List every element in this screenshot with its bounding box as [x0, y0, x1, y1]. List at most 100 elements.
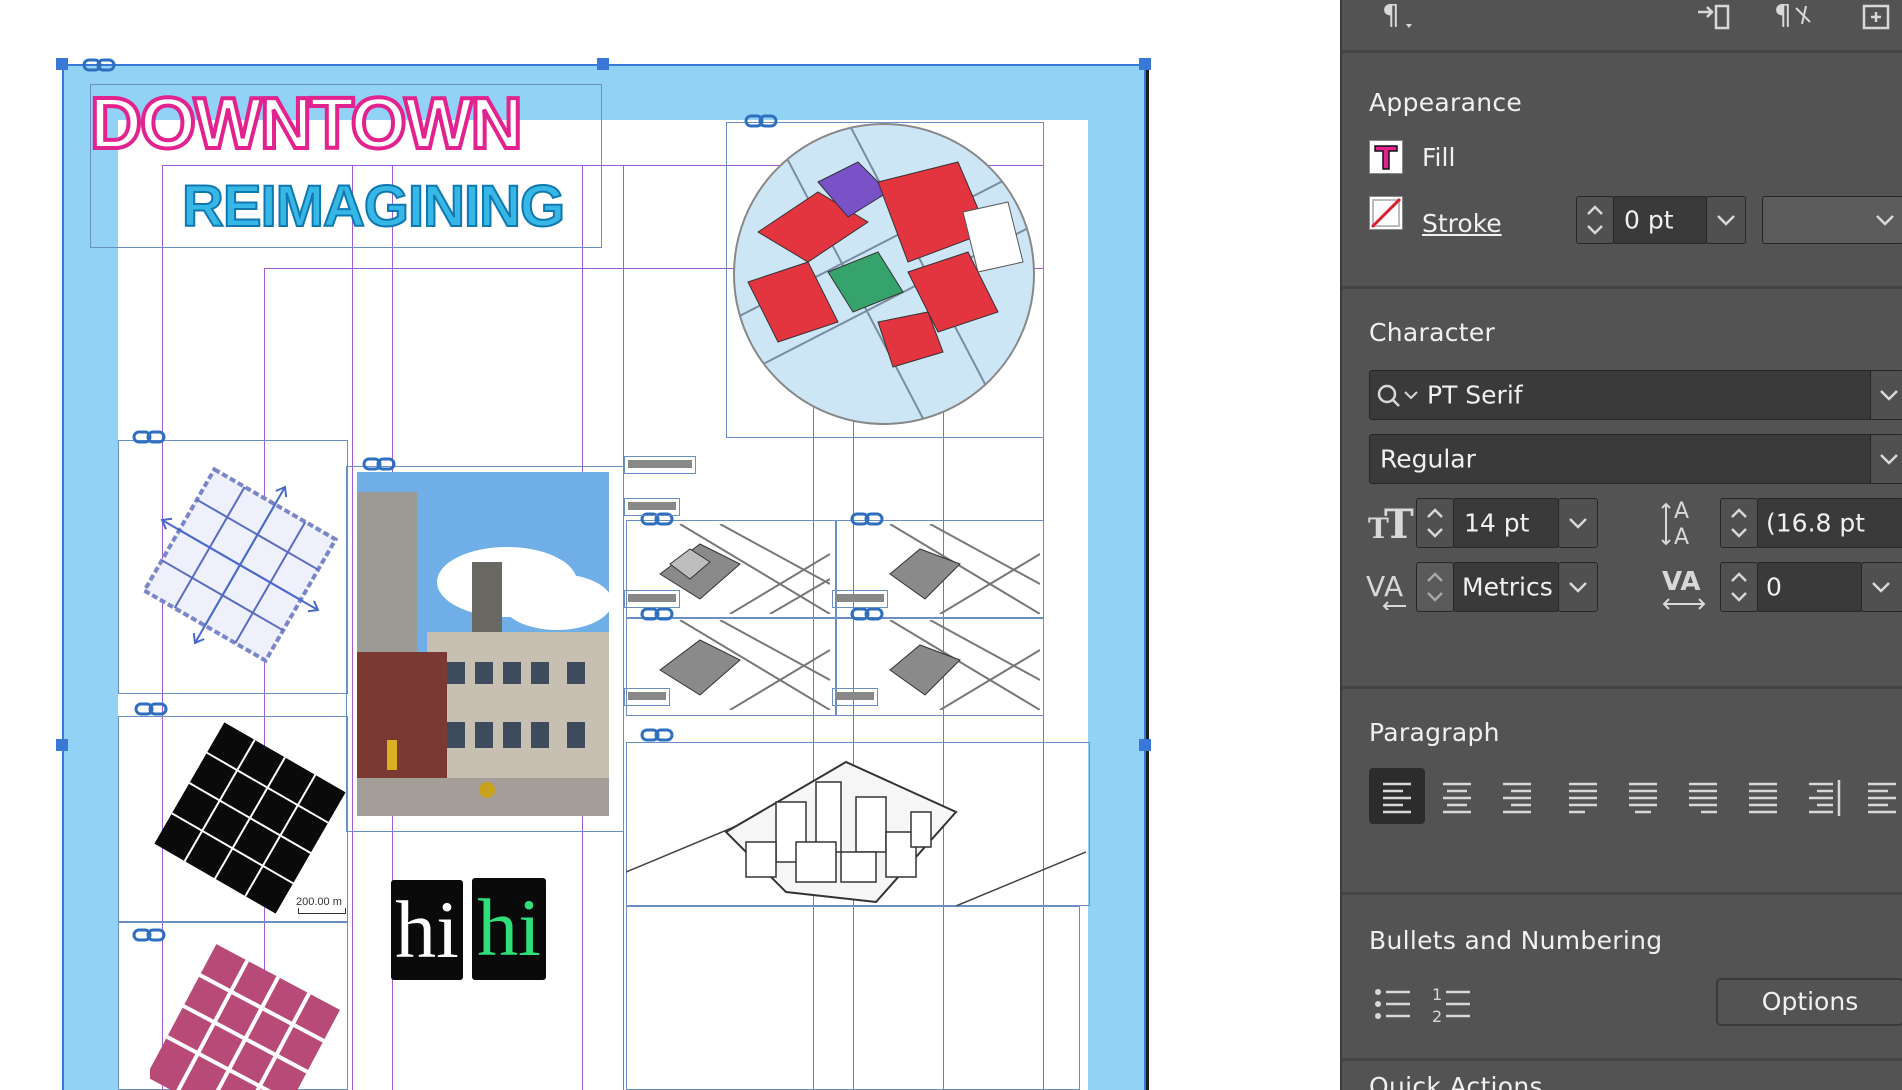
downtown-circle-map-image[interactable]: [728, 122, 1040, 428]
scale-bar-label: 200.00 m: [296, 896, 342, 908]
stroke-weight-value: 0 pt: [1624, 205, 1674, 235]
font-style-field[interactable]: Regular: [1369, 434, 1902, 484]
selection-handle-top-left[interactable]: [56, 58, 68, 70]
selection-handle-middle-right[interactable]: [1139, 739, 1151, 751]
section-divider: [1342, 892, 1902, 895]
leading-stepper[interactable]: [1720, 498, 1758, 548]
stroke-weight-stepper[interactable]: [1576, 196, 1614, 244]
place-link-icon[interactable]: [1694, 0, 1734, 34]
isometric-city-drawing[interactable]: [626, 742, 1086, 906]
svg-text:T: T: [1384, 501, 1414, 544]
align-left-button[interactable]: [1369, 768, 1425, 824]
stroke-swatch[interactable]: [1369, 196, 1403, 230]
type-fill-icon: [1374, 145, 1398, 170]
bulleted-list-icon[interactable]: [1370, 982, 1414, 1026]
caption-placeholder[interactable]: [832, 688, 878, 706]
numbered-list-icon[interactable]: 12: [1430, 982, 1474, 1026]
svg-text:¶: ¶: [1382, 0, 1400, 31]
justify-all-button[interactable]: [1735, 768, 1791, 824]
align-center-button[interactable]: [1429, 768, 1485, 824]
tracking-stepper[interactable]: [1720, 562, 1758, 612]
pink-building-map-image[interactable]: [150, 940, 350, 1090]
svg-text:VA: VA: [1662, 567, 1700, 597]
tracking-dropdown[interactable]: [1861, 562, 1902, 612]
stepper-arrows-icon: [1587, 205, 1603, 235]
street-grid-diagram-image[interactable]: [140, 460, 340, 670]
font-size-dropdown[interactable]: [1558, 498, 1598, 548]
block-figure-ground-image[interactable]: [150, 718, 350, 918]
fill-swatch[interactable]: [1369, 140, 1403, 174]
justify-center-button[interactable]: [1615, 768, 1671, 824]
font-size-icon: TT: [1368, 501, 1414, 544]
font-size-stepper[interactable]: [1416, 498, 1454, 548]
scale-bar-line: [298, 908, 346, 914]
leading-field[interactable]: (16.8 pt: [1757, 498, 1902, 548]
link-icon[interactable]: [82, 56, 116, 74]
kerning-value: Metrics: [1462, 572, 1553, 602]
hi-text-frame-white[interactable]: hi: [391, 880, 463, 980]
street-render-photo[interactable]: [357, 472, 609, 816]
section-divider: [1342, 50, 1902, 53]
caption-placeholder[interactable]: [624, 456, 696, 474]
align-away-from-spine-button[interactable]: [1854, 768, 1902, 824]
svg-text:A: A: [1384, 570, 1403, 603]
link-icon[interactable]: [134, 700, 168, 718]
tracking-field[interactable]: 0: [1757, 562, 1862, 612]
appearance-heading: Appearance: [1369, 88, 1523, 117]
chevron-down-icon: [1569, 582, 1587, 593]
link-icon[interactable]: [132, 428, 166, 446]
link-icon[interactable]: [362, 455, 396, 473]
section-divider: [1342, 1058, 1902, 1061]
caption-placeholder[interactable]: [624, 498, 680, 516]
add-frame-icon[interactable]: [1860, 2, 1900, 32]
paragraph-heading: Paragraph: [1369, 718, 1500, 747]
align-towards-spine-button[interactable]: [1797, 768, 1853, 824]
chevron-down-icon: [1880, 390, 1898, 401]
caption-placeholder[interactable]: [624, 590, 680, 608]
stroke-type-dropdown[interactable]: [1762, 196, 1902, 244]
no-stroke-icon: [1370, 197, 1402, 229]
caption-placeholder[interactable]: [624, 688, 670, 706]
justify-left-icon: [1569, 782, 1597, 814]
selection-handle-top-center[interactable]: [597, 58, 609, 70]
link-icon[interactable]: [850, 510, 884, 528]
chevron-down-icon: [1872, 582, 1890, 593]
font-family-field[interactable]: PT Serif: [1369, 370, 1902, 420]
align-center-icon: [1443, 782, 1471, 814]
selection-handle-top-right[interactable]: [1139, 58, 1151, 70]
bullets-numbering-heading: Bullets and Numbering: [1369, 926, 1663, 955]
bullets-options-button[interactable]: Options: [1716, 978, 1902, 1026]
justify-center-icon: [1629, 782, 1657, 814]
stroke-weight-dropdown[interactable]: [1706, 196, 1746, 244]
section-divider: [1342, 286, 1902, 289]
align-right-button[interactable]: [1489, 768, 1545, 824]
kerning-icon: VA: [1366, 570, 1406, 610]
fill-label: Fill: [1422, 143, 1456, 172]
font-style-value: Regular: [1380, 444, 1476, 474]
quick-actions-heading: Quick Actions: [1369, 1072, 1543, 1090]
iso-tile-image-2[interactable]: [880, 524, 1040, 614]
svg-text:A: A: [1674, 499, 1689, 524]
justify-right-button[interactable]: [1675, 768, 1731, 824]
hidden-characters-icon[interactable]: ¶: [1772, 0, 1816, 34]
selection-handle-middle-left[interactable]: [56, 739, 68, 751]
stroke-weight-field[interactable]: 0 pt: [1613, 196, 1707, 244]
stroke-label[interactable]: Stroke: [1422, 209, 1502, 238]
iso-tile-image-4[interactable]: [880, 620, 1040, 710]
kerning-field[interactable]: Metrics: [1453, 562, 1559, 612]
title-reimagining[interactable]: REIMAGINING: [181, 172, 566, 242]
caption-placeholder[interactable]: [832, 590, 888, 608]
font-style-dropdown-button[interactable]: [1870, 435, 1902, 483]
font-size-field[interactable]: 14 pt: [1453, 498, 1559, 548]
title-downtown[interactable]: DOWNTOWN: [88, 82, 525, 166]
kerning-dropdown[interactable]: [1558, 562, 1598, 612]
document-canvas[interactable]: DOWNTOWN REIMAGINING 200.00 m hi hi: [0, 0, 1340, 1090]
kerning-stepper[interactable]: [1416, 562, 1454, 612]
hi-text-frame-green[interactable]: hi: [472, 878, 546, 980]
font-family-dropdown-button[interactable]: [1870, 371, 1902, 419]
search-icon: [1377, 384, 1418, 407]
align-right-icon: [1503, 782, 1531, 814]
pilcrow-menu-icon[interactable]: ¶: [1380, 0, 1420, 34]
justify-left-button[interactable]: [1555, 768, 1611, 824]
stepper-arrows-icon: [1427, 572, 1443, 602]
